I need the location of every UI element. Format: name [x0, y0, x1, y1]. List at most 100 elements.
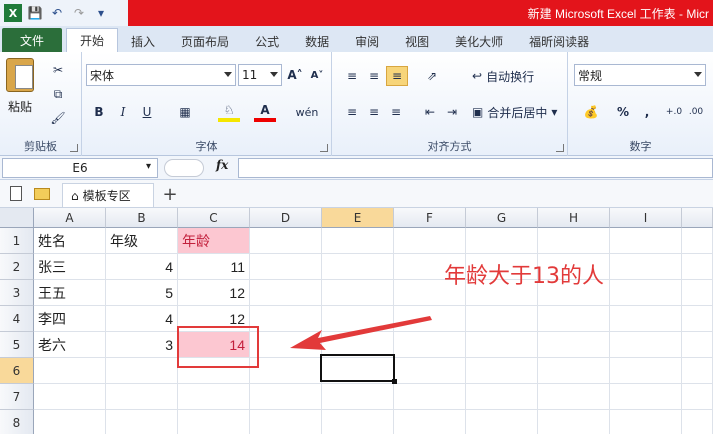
cell-d6[interactable] [250, 358, 322, 384]
cell-b3[interactable]: 5 [106, 280, 178, 306]
cell-a8[interactable] [34, 410, 106, 434]
name-box-chevron-icon[interactable]: ▾ [146, 161, 151, 172]
name-box[interactable]: E6 [2, 158, 158, 178]
tab-formulas[interactable]: 公式 [242, 30, 292, 52]
cell-i5[interactable] [610, 332, 682, 358]
cell-e7[interactable] [322, 384, 394, 410]
cell-x1[interactable] [682, 228, 713, 254]
cell-i2[interactable] [610, 254, 682, 280]
cell-e2[interactable] [322, 254, 394, 280]
cell-h7[interactable] [538, 384, 610, 410]
cell-d1[interactable] [250, 228, 322, 254]
cell-x8[interactable] [682, 410, 713, 434]
cell-a6[interactable] [34, 358, 106, 384]
wrap-text-button[interactable]: ↩ 自动换行 [472, 66, 552, 86]
tab-insert[interactable]: 插入 [118, 30, 168, 52]
cell-x4[interactable] [682, 306, 713, 332]
format-painter-icon[interactable]: 🖌 [48, 108, 68, 128]
save-icon[interactable]: 💾 [26, 4, 44, 22]
percent-button[interactable]: % [614, 102, 632, 122]
cell-x7[interactable] [682, 384, 713, 410]
cell-i4[interactable] [610, 306, 682, 332]
redo-icon[interactable]: ↷ [70, 4, 88, 22]
cell-d8[interactable] [250, 410, 322, 434]
column-header-g[interactable]: G [466, 208, 538, 228]
align-left-icon[interactable]: ≡ [342, 102, 362, 122]
orientation-icon[interactable]: ⇗ [420, 66, 444, 86]
cell-g7[interactable] [466, 384, 538, 410]
select-all-corner[interactable] [0, 208, 34, 228]
shrink-font-button[interactable]: A˅ [308, 65, 326, 85]
cell-i7[interactable] [610, 384, 682, 410]
column-header-h[interactable]: H [538, 208, 610, 228]
cell-c7[interactable] [178, 384, 250, 410]
border-icon[interactable]: ▦ [174, 102, 196, 122]
cell-a4[interactable]: 李四 [34, 306, 106, 332]
font-color-icon[interactable]: A [254, 102, 276, 122]
merge-center-button[interactable]: ▣ 合并后居中 ▾ [472, 102, 564, 122]
cell-b1[interactable]: 年级 [106, 228, 178, 254]
row-header-1[interactable]: 1 [0, 228, 34, 254]
cell-e1[interactable] [322, 228, 394, 254]
row-header-5[interactable]: 5 [0, 332, 34, 358]
cell-e3[interactable] [322, 280, 394, 306]
column-header-e[interactable]: E [322, 208, 394, 228]
new-doc-icon[interactable] [10, 186, 22, 201]
column-header-b[interactable]: B [106, 208, 178, 228]
cell-x6[interactable] [682, 358, 713, 384]
clipboard-launcher-icon[interactable] [70, 144, 78, 152]
cell-x5[interactable] [682, 332, 713, 358]
cell-h1[interactable] [538, 228, 610, 254]
cell-h8[interactable] [538, 410, 610, 434]
cell-b2[interactable]: 4 [106, 254, 178, 280]
cell-f5[interactable] [394, 332, 466, 358]
cell-i8[interactable] [610, 410, 682, 434]
cell-i1[interactable] [610, 228, 682, 254]
cell-d2[interactable] [250, 254, 322, 280]
cell-c1[interactable]: 年龄 [178, 228, 250, 254]
cell-d5[interactable] [250, 332, 322, 358]
cell-b6[interactable] [106, 358, 178, 384]
cell-b4[interactable]: 4 [106, 306, 178, 332]
cell-f4[interactable] [394, 306, 466, 332]
row-header-7[interactable]: 7 [0, 384, 34, 410]
tab-page-layout[interactable]: 页面布局 [168, 30, 242, 52]
tab-view[interactable]: 视图 [392, 30, 442, 52]
cell-f8[interactable] [394, 410, 466, 434]
cell-h5[interactable] [538, 332, 610, 358]
add-tab-button[interactable]: + [160, 183, 180, 205]
cell-h6[interactable] [538, 358, 610, 384]
align-middle-icon[interactable]: ≡ [364, 66, 384, 86]
cut-icon[interactable]: ✂ [48, 60, 68, 80]
cell-f6[interactable] [394, 358, 466, 384]
tab-data[interactable]: 数据 [292, 30, 342, 52]
active-cell-e6[interactable] [320, 354, 397, 384]
cell-x3[interactable] [682, 280, 713, 306]
cell-b8[interactable] [106, 410, 178, 434]
align-bottom-icon[interactable]: ≡ [386, 66, 408, 86]
tab-beautify-master[interactable]: 美化大师 [442, 30, 516, 52]
tab-foxit-reader[interactable]: 福昕阅读器 [516, 30, 602, 52]
font-name-select[interactable]: 宋体 [86, 64, 236, 86]
paste-button[interactable]: 粘贴 [6, 58, 34, 115]
cell-h4[interactable] [538, 306, 610, 332]
increase-decimal-icon[interactable]: +.0 [664, 102, 684, 122]
folder-icon[interactable] [34, 188, 50, 200]
cell-a7[interactable] [34, 384, 106, 410]
column-header-c[interactable]: C [178, 208, 250, 228]
cell-i6[interactable] [610, 358, 682, 384]
row-header-4[interactable]: 4 [0, 306, 34, 332]
cell-g4[interactable] [466, 306, 538, 332]
row-header-3[interactable]: 3 [0, 280, 34, 306]
phonetic-icon[interactable]: wén [294, 102, 320, 122]
alignment-launcher-icon[interactable] [556, 144, 564, 152]
cell-a3[interactable]: 王五 [34, 280, 106, 306]
align-center-icon[interactable]: ≡ [364, 102, 384, 122]
comma-icon[interactable]: , [638, 102, 656, 122]
row-header-2[interactable]: 2 [0, 254, 34, 280]
tab-review[interactable]: 审阅 [342, 30, 392, 52]
number-format-select[interactable]: 常规 [574, 64, 706, 86]
cell-a5[interactable]: 老六 [34, 332, 106, 358]
align-right-icon[interactable]: ≡ [386, 102, 406, 122]
undo-icon[interactable]: ↶ [48, 4, 66, 22]
